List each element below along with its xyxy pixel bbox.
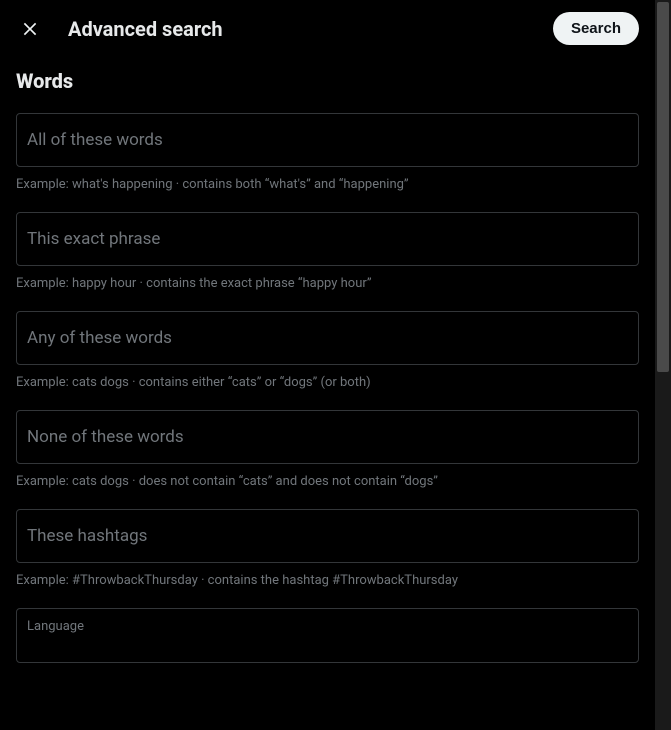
scrollbar-thumb[interactable]	[657, 2, 669, 372]
field-none-words: None of these words	[0, 402, 655, 468]
modal-title: Advanced search	[68, 17, 529, 41]
field-language: Language	[0, 600, 655, 667]
hashtags-hint: Example: #ThrowbackThursday · contains t…	[0, 567, 655, 600]
exact-phrase-input[interactable]: This exact phrase	[16, 212, 639, 266]
hashtags-input[interactable]: These hashtags	[16, 509, 639, 563]
any-words-input[interactable]: Any of these words	[16, 311, 639, 365]
field-exact-phrase: This exact phrase	[0, 204, 655, 270]
field-all-words: All of these words	[0, 105, 655, 171]
any-words-hint: Example: cats dogs · contains either “ca…	[0, 369, 655, 402]
field-hashtags: These hashtags	[0, 501, 655, 567]
exact-phrase-hint: Example: happy hour · contains the exact…	[0, 270, 655, 303]
any-words-label: Any of these words	[27, 328, 628, 348]
none-words-input[interactable]: None of these words	[16, 410, 639, 464]
exact-phrase-label: This exact phrase	[27, 229, 628, 249]
all-words-hint: Example: what's happening · contains bot…	[0, 171, 655, 204]
modal-header: Advanced search Search	[0, 0, 655, 57]
search-button[interactable]: Search	[553, 12, 639, 45]
close-icon	[20, 19, 40, 39]
language-select[interactable]: Language	[16, 608, 639, 663]
section-title-words: Words	[0, 57, 655, 105]
language-label: Language	[27, 619, 628, 634]
hashtags-label: These hashtags	[27, 526, 628, 546]
modal-content: Advanced search Search Words All of thes…	[0, 0, 655, 667]
all-words-label: All of these words	[27, 130, 628, 150]
close-button[interactable]	[16, 15, 44, 43]
none-words-label: None of these words	[27, 427, 628, 447]
scrollbar-track[interactable]	[655, 0, 671, 730]
field-any-words: Any of these words	[0, 303, 655, 369]
none-words-hint: Example: cats dogs · does not contain “c…	[0, 468, 655, 501]
all-words-input[interactable]: All of these words	[16, 113, 639, 167]
